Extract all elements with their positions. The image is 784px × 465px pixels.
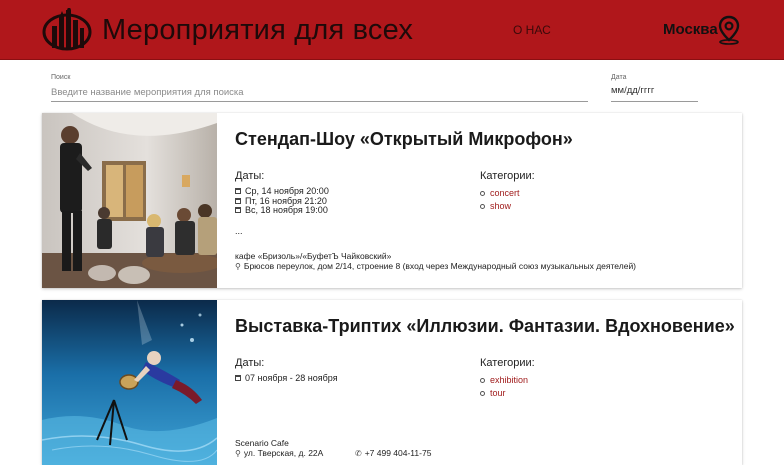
- phone-icon: ✆: [355, 449, 362, 458]
- event-title[interactable]: Стендап-Шоу «Открытый Микрофон»: [235, 129, 573, 150]
- date-label: Дата: [611, 74, 627, 81]
- site-title[interactable]: Мероприятия для всех: [102, 14, 413, 47]
- categories-list: exhibition tour: [480, 374, 528, 399]
- circle-bullet-icon: [480, 203, 485, 209]
- date-input[interactable]: мм/дд/гггг: [611, 85, 698, 102]
- category-link[interactable]: tour: [490, 388, 506, 398]
- event-address: ⚲ ул. Тверская, д. 22А: [235, 448, 324, 458]
- category-link[interactable]: exhibition: [490, 375, 528, 385]
- event-title[interactable]: Выставка-Триптих «Иллюзии. Фантазии. Вдо…: [235, 316, 735, 337]
- category-item: show: [480, 200, 520, 213]
- event-phone: ✆ +7 499 404-11-75: [355, 448, 432, 458]
- calendar-icon: [235, 207, 241, 213]
- category-item: exhibition: [480, 374, 528, 387]
- dates-label: Даты:: [235, 170, 265, 182]
- nav-about-link[interactable]: О НАС: [513, 23, 551, 37]
- circle-bullet-icon: [480, 390, 485, 396]
- circle-bullet-icon: [480, 191, 485, 196]
- categories-list: concert show: [480, 187, 520, 212]
- circle-bullet-icon: [480, 378, 485, 383]
- search-label: Поиск: [51, 74, 71, 81]
- map-pin-icon: ⚲: [235, 262, 241, 271]
- event-venue: кафе «Бризоль»/«БуфетЪ Чайковский»: [235, 251, 392, 261]
- dates-label: Даты:: [235, 357, 265, 369]
- event-address: ⚲ Брюсов переулок, дом 2/14, строение 8 (…: [235, 261, 637, 271]
- more-dates: ...: [235, 226, 243, 236]
- city-skyline-logo[interactable]: [42, 8, 92, 52]
- map-pin-icon: ⚲: [235, 449, 241, 458]
- calendar-icon: [235, 188, 241, 194]
- event-card[interactable]: Выставка-Триптих «Иллюзии. Фантазии. Вдо…: [42, 300, 742, 465]
- category-link[interactable]: concert: [490, 188, 520, 198]
- calendar-icon: [235, 197, 241, 204]
- dates-list: Ср, 14 ноября 20:00 Пт, 16 ноября 21:20 …: [235, 186, 329, 216]
- event-photo: [42, 113, 217, 288]
- category-item: concert: [480, 187, 520, 200]
- categories-label: Категории:: [480, 357, 535, 369]
- map-pin-icon[interactable]: [718, 15, 740, 45]
- event-venue: Scenario Cafe: [235, 438, 289, 448]
- calendar-icon: [235, 375, 241, 381]
- category-item: tour: [480, 387, 528, 400]
- site-header: Мероприятия для всех О НАС Москва: [0, 0, 784, 60]
- date-item: Вс, 18 ноября 19:00: [235, 205, 329, 216]
- categories-label: Категории:: [480, 170, 535, 182]
- date-item: 07 ноября - 28 ноября: [235, 373, 338, 384]
- event-card[interactable]: Стендап-Шоу «Открытый Микрофон» Даты: Ср…: [42, 113, 742, 288]
- category-link[interactable]: show: [490, 201, 511, 211]
- search-input[interactable]: [51, 84, 588, 102]
- event-photo: [42, 300, 217, 465]
- city-selector[interactable]: Москва: [663, 21, 718, 38]
- dates-list: 07 ноября - 28 ноября: [235, 373, 338, 384]
